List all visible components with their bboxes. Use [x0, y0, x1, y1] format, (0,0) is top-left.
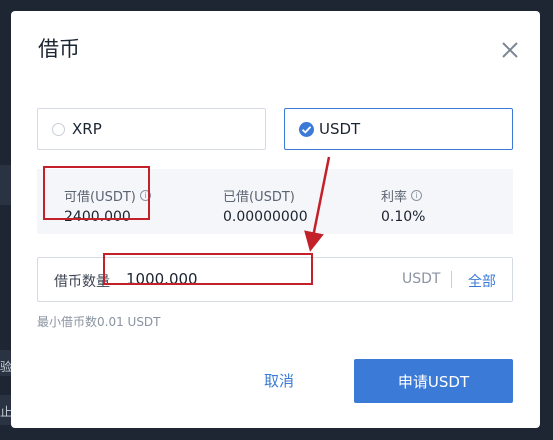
- watermark-text: 知乎 @wizhodl: [419, 409, 519, 425]
- stat-value: 0.00000000: [223, 209, 308, 225]
- option-usdt[interactable]: USDT: [284, 108, 513, 150]
- amount-unit: USDT: [402, 271, 441, 287]
- stat-rate: 利率 i 0.10%: [381, 186, 425, 225]
- option-xrp[interactable]: XRP: [37, 108, 266, 150]
- cancel-button[interactable]: 取消: [249, 370, 309, 394]
- divider: [451, 271, 452, 288]
- option-label: XRP: [72, 120, 102, 138]
- close-icon[interactable]: [497, 37, 523, 63]
- submit-button[interactable]: 申请USDT: [354, 359, 513, 403]
- radio-checked-icon: [299, 122, 314, 137]
- stat-borrowed: 已借(USDT) 0.00000000: [223, 186, 308, 225]
- stat-value: 0.10%: [381, 209, 426, 225]
- radio-unchecked-icon: [52, 123, 65, 136]
- stat-label: 利率: [381, 190, 408, 205]
- stat-label: 已借(USDT): [223, 190, 295, 205]
- highlight-box: [43, 166, 150, 220]
- info-icon[interactable]: i: [411, 190, 423, 201]
- amount-label: 借币数量: [54, 274, 110, 290]
- minimum-note: 最小借币数0.01 USDT: [37, 315, 161, 329]
- max-amount-link[interactable]: 全部: [468, 271, 496, 291]
- watermark: 知乎 @wizhodl: [419, 406, 518, 426]
- option-label: USDT: [319, 120, 361, 138]
- highlight-box: [103, 253, 313, 285]
- dialog-title: 借币: [38, 37, 80, 61]
